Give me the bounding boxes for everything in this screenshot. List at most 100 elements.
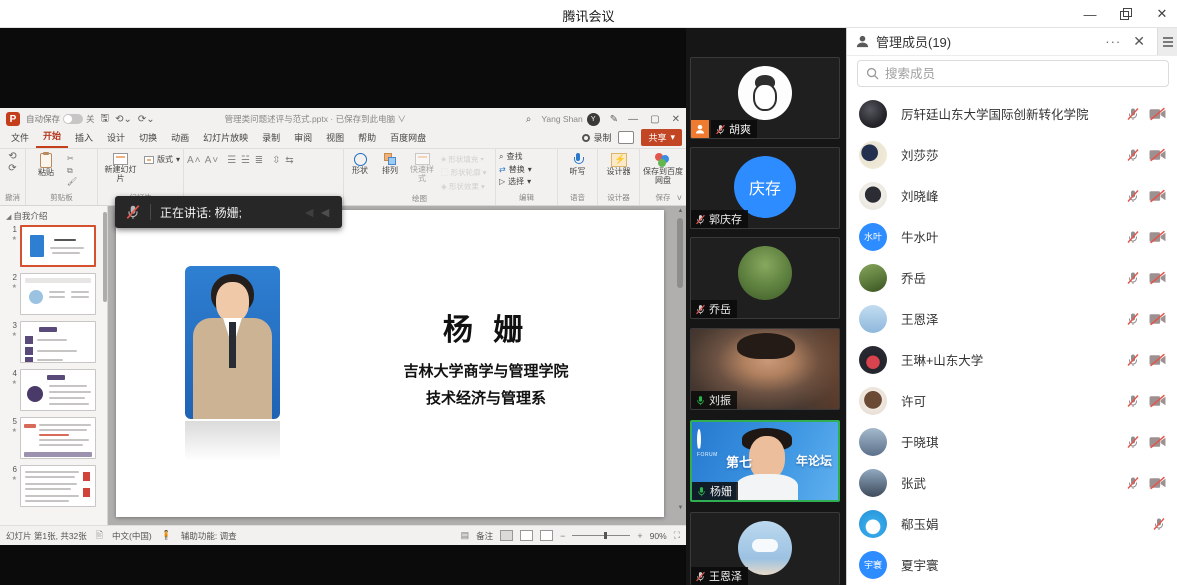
slide-thumb-1[interactable]: 1★: [4, 225, 107, 267]
muted-camera-icon[interactable]: [1149, 230, 1166, 244]
slide-canvas[interactable]: 杨 姗 吉林大学商学与管理学院 技术经济与管理系: [116, 210, 664, 517]
member-row[interactable]: 水叶 牛水叶: [847, 216, 1177, 257]
tab-baidu-netdisk[interactable]: 百度网盘: [383, 128, 433, 148]
muted-mic-icon[interactable]: [1126, 271, 1140, 285]
muted-mic-icon[interactable]: [1126, 394, 1140, 408]
cut-icon[interactable]: ✂: [67, 154, 77, 164]
tab-file[interactable]: 文件: [4, 128, 36, 148]
quick-styles-button[interactable]: 快速样式: [407, 151, 437, 184]
zoom-out-icon[interactable]: −: [560, 531, 565, 541]
scroll-down-icon[interactable]: ▼: [677, 505, 684, 511]
align-icons[interactable]: ⇳ ⇆: [272, 154, 295, 167]
layout-toggle-button[interactable]: [1157, 28, 1177, 55]
canvas-scrollbar[interactable]: ▲ ▼: [676, 208, 685, 511]
muted-mic-icon[interactable]: [1152, 517, 1166, 531]
muted-camera-icon[interactable]: [1149, 107, 1166, 121]
slide-sorter-view-icon[interactable]: [520, 530, 533, 541]
save-to-netdisk-button[interactable]: 保存到百度网盘: [643, 151, 683, 186]
muted-mic-icon[interactable]: [1126, 189, 1140, 203]
close-button[interactable]: ✕: [1153, 5, 1171, 23]
muted-mic-icon[interactable]: [1126, 435, 1140, 449]
restore-button[interactable]: [1117, 5, 1135, 23]
account-user[interactable]: Yang Shan Y: [541, 113, 599, 126]
member-row[interactable]: 乔岳: [847, 257, 1177, 298]
member-row[interactable]: 宇寰 夏宇寰: [847, 544, 1177, 585]
muted-camera-icon[interactable]: [1149, 435, 1166, 449]
muted-camera-icon[interactable]: [1149, 271, 1166, 285]
ribbon-undo-icon[interactable]: ⟲: [8, 151, 16, 162]
slide-thumb-2[interactable]: 2★: [4, 273, 107, 315]
language-status[interactable]: 中文(中国): [112, 530, 152, 542]
tab-review[interactable]: 审阅: [287, 128, 319, 148]
pen-icon[interactable]: ✎: [610, 114, 618, 125]
zoom-level[interactable]: 90%: [650, 531, 667, 541]
muted-camera-icon[interactable]: [1149, 394, 1166, 408]
thumbnail-scrollbar[interactable]: [103, 212, 107, 302]
member-row[interactable]: 许可: [847, 380, 1177, 421]
slideshow-view-icon[interactable]: [540, 530, 553, 541]
muted-mic-icon[interactable]: [1126, 312, 1140, 326]
replace-button[interactable]: ⇄替换 ▾: [499, 164, 532, 176]
slide-thumb-4[interactable]: 4★: [4, 369, 107, 411]
zoom-slider[interactable]: [572, 535, 630, 536]
video-tile-husshuang[interactable]: 胡爽: [690, 57, 840, 139]
muted-mic-icon[interactable]: [1126, 107, 1140, 121]
member-row[interactable]: 王恩泽: [847, 298, 1177, 339]
record-button[interactable]: 录制: [582, 131, 611, 144]
select-button[interactable]: ▷选择 ▾: [499, 176, 531, 188]
search-input[interactable]: [885, 67, 1160, 81]
member-row[interactable]: 张武: [847, 462, 1177, 503]
redo-icon[interactable]: ⟳⌄: [138, 114, 155, 125]
video-tile-liuzhen[interactable]: 刘振: [690, 328, 840, 410]
slide-thumb-3[interactable]: 3★: [4, 321, 107, 363]
member-row[interactable]: 王琳+山东大学: [847, 339, 1177, 380]
muted-camera-icon[interactable]: [1149, 476, 1166, 490]
ribbon-redo-icon[interactable]: ⟳: [8, 163, 16, 174]
video-tile-yangshan[interactable]: FORUM 第七 年论坛 杨姗: [690, 420, 840, 502]
tab-design[interactable]: 设计: [100, 128, 132, 148]
muted-mic-icon[interactable]: [1126, 353, 1140, 367]
panel-close-button[interactable]: ✕: [1133, 33, 1145, 50]
tab-transitions[interactable]: 切换: [132, 128, 164, 148]
ppt-minimize-button[interactable]: —: [628, 114, 638, 125]
ppt-restore-button[interactable]: ▢: [650, 114, 659, 125]
save-icon[interactable]: 🖫: [101, 111, 110, 128]
zoom-in-icon[interactable]: +: [637, 531, 642, 541]
shape-fill-button[interactable]: 🞻 形状填充 ▾: [441, 154, 486, 165]
ppt-search-icon[interactable]: ⌕: [526, 114, 532, 125]
member-row[interactable]: 郗玉娟: [847, 503, 1177, 544]
shape-outline-button[interactable]: ⬚ 形状轮廓 ▾: [441, 167, 486, 178]
slide-thumb-5[interactable]: 5★: [4, 417, 107, 459]
format-painter-icon[interactable]: 🖌: [67, 177, 77, 187]
arrange-button[interactable]: 排列: [377, 151, 403, 176]
member-row[interactable]: 刘莎莎: [847, 134, 1177, 175]
designer-button[interactable]: 设计器: [602, 151, 636, 177]
muted-mic-icon[interactable]: [1126, 230, 1140, 244]
collapse-ribbon-icon[interactable]: ˅: [677, 193, 682, 203]
muted-mic-icon[interactable]: [1126, 148, 1140, 162]
tab-help[interactable]: 帮助: [351, 128, 383, 148]
tab-home[interactable]: 开始: [36, 126, 68, 148]
copy-icon[interactable]: ⧉: [67, 166, 77, 176]
muted-mic-icon[interactable]: [1126, 476, 1140, 490]
minimize-button[interactable]: —: [1081, 5, 1099, 23]
muted-camera-icon[interactable]: [1149, 189, 1166, 203]
comments-icon[interactable]: [618, 131, 634, 144]
notes-button[interactable]: 备注: [476, 530, 493, 542]
muted-camera-icon[interactable]: [1149, 148, 1166, 162]
shape-effects-button[interactable]: ◈ 形状效果 ▾: [441, 181, 486, 192]
list-icons[interactable]: ☰ ☱ ≣: [227, 154, 264, 167]
tab-animations[interactable]: 动画: [164, 128, 196, 148]
paste-button[interactable]: 粘贴: [29, 151, 63, 178]
find-button[interactable]: ⌕查找: [499, 151, 522, 163]
scroll-up-icon[interactable]: ▲: [677, 208, 684, 214]
more-options-button[interactable]: ···: [1105, 34, 1121, 49]
tab-view[interactable]: 视图: [319, 128, 351, 148]
video-tile-guoqingcun[interactable]: 庆存 郭庆存: [690, 147, 840, 229]
tab-record[interactable]: 录制: [255, 128, 287, 148]
undo-icon[interactable]: ⟲⌄: [115, 114, 132, 125]
member-search-box[interactable]: [857, 60, 1169, 87]
normal-view-icon[interactable]: [500, 530, 513, 541]
muted-camera-icon[interactable]: [1149, 353, 1166, 367]
dictate-button[interactable]: 听写: [563, 151, 593, 177]
